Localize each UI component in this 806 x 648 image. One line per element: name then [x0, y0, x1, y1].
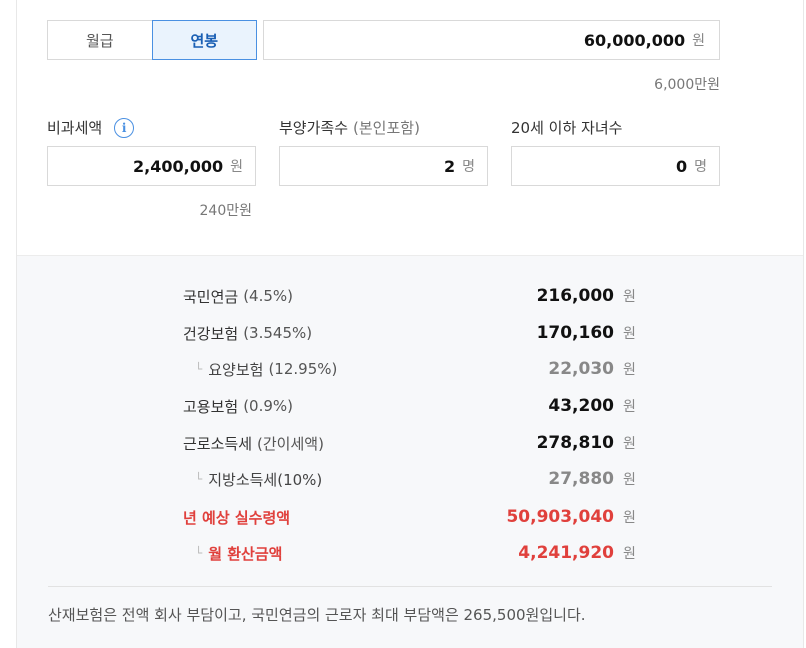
dependents-label-paren: (본인포함): [353, 119, 420, 137]
result-unit: 원: [623, 326, 636, 342]
result-rate: (4.5%): [243, 287, 294, 305]
nontax-label: 비과세액 i: [47, 117, 135, 138]
result-row: 년 예상 실수령액 50,903,040 원: [183, 505, 639, 529]
annual-tab[interactable]: 연봉: [151, 20, 257, 60]
footnote: 산재보험은 전액 회사 부담이고, 국민연금의 근로자 최대 부담액은 265,…: [48, 606, 586, 624]
result-name-text: 건강보험: [183, 324, 239, 343]
result-row: 근로소득세 (간이세액) 278,810 원: [183, 431, 639, 455]
result-row: 건강보험 (3.545%) 170,160 원: [183, 321, 639, 345]
children-unit: 명: [694, 159, 707, 175]
result-amount: 22,030: [548, 359, 614, 379]
dependents-input[interactable]: 2 명: [279, 146, 488, 186]
sub-item-corner-icon: └: [195, 362, 203, 376]
result-unit: 원: [623, 289, 636, 305]
result-row: 고용보험 (0.9%) 43,200 원: [183, 394, 639, 418]
result-name: 고용보험 (0.9%): [183, 396, 548, 417]
result-row: 국민연금 (4.5%) 216,000 원: [183, 284, 639, 308]
result-amount: 4,241,920: [518, 543, 614, 563]
salary-man-won: 6,000만원: [654, 77, 720, 93]
monthly-tab[interactable]: 월급: [47, 20, 152, 60]
result-name-text: 요양보험: [208, 360, 264, 379]
children-input[interactable]: 0 명: [511, 146, 720, 186]
nontax-label-text: 비과세액: [47, 119, 103, 137]
result-name-text: 고용보험: [183, 397, 239, 416]
result-rate: (12.95%): [268, 360, 338, 378]
result-unit: 원: [623, 510, 636, 526]
result-amount: 216,000: [536, 286, 614, 306]
result-name-text: 지방소득세(10%): [208, 470, 323, 489]
result-name: 건강보험 (3.545%): [183, 323, 537, 344]
result-name: 년 예상 실수령액: [183, 507, 506, 528]
result-amount: 170,160: [536, 323, 614, 343]
salary-unit: 원: [692, 33, 705, 49]
result-name: 국민연금 (4.5%): [183, 286, 537, 307]
dependents-value: 2: [443, 156, 456, 176]
pay-type-toggle: 월급 연봉: [47, 20, 257, 60]
nontax-input[interactable]: 2,400,000 원: [47, 146, 256, 186]
result-name-text: 년 예상 실수령액: [183, 508, 291, 527]
result-amount: 278,810: [536, 433, 614, 453]
result-amount: 43,200: [548, 396, 614, 416]
dependents-label-text: 부양가족수: [279, 119, 349, 137]
result-unit: 원: [623, 472, 636, 488]
children-label-text: 20세 이하 자녀수: [511, 119, 623, 137]
result-name-text: 근로소득세: [183, 434, 253, 453]
result-row: └ 지방소득세(10%) 27,880 원: [183, 467, 639, 491]
salary-input[interactable]: 60,000,000 원: [263, 20, 720, 60]
info-icon[interactable]: i: [114, 117, 135, 138]
result-name: └ 요양보험 (12.95%): [183, 359, 548, 380]
divider: [48, 586, 772, 587]
result-name-text: 국민연금: [183, 287, 239, 306]
nontax-unit: 원: [230, 159, 243, 175]
children-value: 0: [675, 156, 688, 176]
result-unit: 원: [623, 399, 636, 415]
sub-item-corner-icon: └: [195, 472, 203, 486]
result-rate: (3.545%): [243, 324, 313, 342]
result-name-text: 월 환산금액: [208, 544, 283, 563]
result-name: 근로소득세 (간이세액): [183, 433, 537, 454]
result-name: └ 지방소득세(10%): [183, 469, 548, 490]
result-name: └ 월 환산금액: [183, 543, 518, 564]
nontax-man-won: 240만원: [199, 203, 252, 219]
nontax-value: 2,400,000: [133, 156, 224, 176]
salary-value: 60,000,000: [583, 30, 686, 50]
result-rate: (0.9%): [243, 397, 294, 415]
result-amount: 27,880: [548, 469, 614, 489]
result-unit: 원: [623, 436, 636, 452]
result-rate: (간이세액): [257, 434, 324, 453]
result-row: └ 요양보험 (12.95%) 22,030 원: [183, 357, 639, 381]
dependents-label: 부양가족수 (본인포함): [279, 117, 420, 138]
dependents-unit: 명: [462, 159, 475, 175]
results-panel: 국민연금 (4.5%) 216,000 원 건강보험 (3.545%) 170,160 원 └ 요…: [17, 255, 803, 648]
result-unit: 원: [623, 546, 636, 562]
result-amount: 50,903,040: [506, 507, 614, 527]
result-unit: 원: [623, 362, 636, 378]
children-label: 20세 이하 자녀수: [511, 117, 622, 138]
result-row: └ 월 환산금액 4,241,920 원: [183, 541, 639, 565]
sub-item-corner-icon: └: [195, 546, 203, 560]
